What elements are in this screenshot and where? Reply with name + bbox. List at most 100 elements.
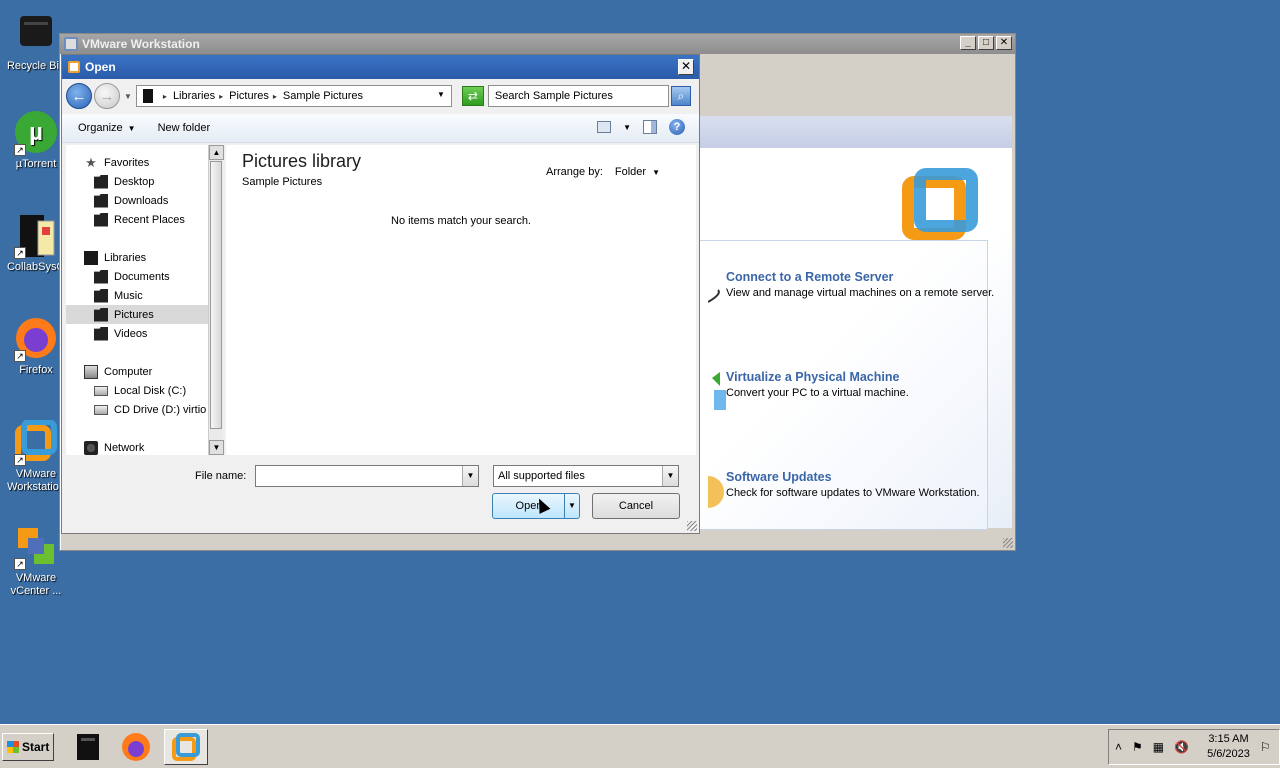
arrange-by: Arrange by: Folder ▼	[546, 166, 660, 178]
start-button[interactable]: Start	[2, 733, 54, 761]
volume-muted-icon[interactable]: 🔇	[1174, 740, 1189, 754]
downloads-folder-icon	[94, 193, 108, 208]
open-dialog: Open ✕ ← → ▼ ▸ Libraries ▸ Pictures ▸ Sa…	[61, 54, 700, 534]
desktop-icon-label: CollabSysO	[6, 261, 66, 273]
nav-item-network[interactable]: Network	[66, 438, 208, 455]
scroll-up-icon[interactable]: ▲	[209, 145, 224, 160]
action-center-flag-icon[interactable]: ⚑	[1132, 740, 1143, 754]
file-name-input[interactable]: ▼	[255, 465, 479, 487]
physical-machine-icon	[708, 372, 726, 410]
windows-logo-icon	[7, 741, 19, 753]
vmware-workstation-icon: ↗	[14, 419, 58, 466]
view-options-dropdown[interactable]: ▼	[623, 123, 631, 132]
file-type-dropdown-icon[interactable]: ▼	[662, 466, 678, 486]
action-title: Software Updates	[726, 470, 832, 484]
network-icon	[84, 440, 98, 455]
software-updates-icon	[692, 472, 726, 508]
nav-item-libraries[interactable]: Libraries	[66, 248, 208, 267]
change-view-icon[interactable]	[597, 121, 612, 133]
nav-pane-scrollbar[interactable]: ▲ ▼	[208, 145, 224, 455]
clock-date: 5/6/2023	[1207, 748, 1250, 760]
close-button[interactable]: ✕	[996, 36, 1012, 50]
shortcut-arrow-icon: ↗	[14, 144, 26, 156]
firefox-icon: ↗	[14, 316, 58, 362]
preview-pane-icon[interactable]	[643, 120, 657, 134]
videos-icon	[94, 326, 108, 341]
forward-button[interactable]: →	[94, 83, 120, 109]
svg-text:µ: µ	[29, 119, 43, 146]
breadcrumb[interactable]: ▸ Libraries ▸ Pictures ▸ Sample Pictures…	[135, 85, 452, 107]
action-connect-remote-server[interactable]: Connect to a Remote Server View and mana…	[707, 270, 996, 303]
breadcrumb-pictures[interactable]: Pictures	[229, 90, 269, 102]
nav-item-pictures[interactable]: Pictures	[66, 305, 208, 324]
nav-item-videos[interactable]: Videos	[66, 324, 208, 343]
remote-server-icon	[707, 272, 726, 308]
nav-item-documents[interactable]: Documents	[66, 267, 208, 286]
taskbar-item-collabsys[interactable]	[66, 729, 110, 765]
breadcrumb-sample-pictures[interactable]: Sample Pictures	[283, 90, 363, 102]
documents-icon	[94, 269, 108, 284]
chevron-right-icon[interactable]: ▸	[219, 92, 223, 101]
organize-button[interactable]: Organize ▼	[78, 122, 136, 134]
action-virtualize-physical-machine[interactable]: Virtualize a Physical Machine Convert yo…	[712, 370, 996, 410]
system-tray: ˄ ⚑ ▦ 🔇 3:15 AM 5/6/2023 ⚐	[1108, 729, 1280, 765]
cancel-button[interactable]: Cancel	[592, 493, 680, 519]
arrange-by-label: Arrange by:	[546, 166, 603, 178]
action-description: Convert your PC to a virtual machine.	[726, 387, 909, 399]
desktop-folder-icon	[94, 174, 108, 189]
nav-item-computer[interactable]: Computer	[66, 362, 208, 381]
library-icon	[142, 89, 153, 103]
scroll-thumb[interactable]	[210, 161, 222, 429]
help-icon[interactable]: ?	[669, 119, 685, 135]
recycle-bin-icon	[14, 12, 58, 56]
network-tray-icon[interactable]: ▦	[1153, 740, 1164, 754]
nav-item-desktop[interactable]: Desktop	[66, 172, 208, 191]
search-icon[interactable]: ⌕	[670, 86, 691, 106]
search-input[interactable]: Search Sample Pictures	[487, 85, 669, 107]
nav-item-cd-drive[interactable]: CD Drive (D:) virtio	[66, 400, 208, 419]
vmware-window-title: VMware Workstation	[82, 37, 200, 51]
nav-item-local-disk[interactable]: Local Disk (C:)	[66, 381, 208, 400]
nav-item-music[interactable]: Music	[66, 286, 208, 305]
back-button[interactable]: ←	[66, 83, 92, 109]
nav-item-favorites[interactable]: ★ Favorites	[66, 153, 208, 172]
scroll-down-icon[interactable]: ▼	[209, 440, 224, 455]
minimize-button[interactable]: _	[960, 36, 976, 50]
shortcut-arrow-icon: ↗	[14, 247, 26, 259]
star-icon: ★	[85, 154, 97, 170]
maximize-button[interactable]: □	[978, 36, 994, 50]
nav-item-downloads[interactable]: Downloads	[66, 191, 208, 210]
file-type-select[interactable]: All supported files ▼	[493, 465, 679, 487]
breadcrumb-libraries[interactable]: Libraries	[173, 90, 215, 102]
chevron-right-icon[interactable]: ▸	[163, 92, 167, 101]
address-row: ← → ▼ ▸ Libraries ▸ Pictures ▸ Sample Pi…	[66, 82, 697, 110]
shortcut-arrow-icon: ↗	[14, 350, 26, 362]
desktop-icon-label: Recycle Bin	[6, 60, 66, 72]
open-options-dropdown[interactable]: ▼	[564, 494, 579, 518]
vmware-home-pane: Connect to a Remote Server View and mana…	[692, 148, 1012, 530]
dialog-close-button[interactable]: ✕	[678, 59, 694, 75]
file-list-pane[interactable]: Pictures library Sample Pictures Arrange…	[226, 145, 696, 455]
notification-flag-icon[interactable]: ⚐	[1260, 740, 1271, 754]
resize-grip[interactable]	[1003, 538, 1013, 548]
action-software-updates[interactable]: Software Updates Check for software upda…	[692, 470, 996, 508]
chevron-right-icon[interactable]: ▸	[273, 92, 277, 101]
show-hidden-icons-icon[interactable]: ˄	[1115, 740, 1122, 754]
vmware-titlebar[interactable]: VMware Workstation	[60, 34, 1015, 54]
vmware-app-icon	[64, 37, 78, 51]
recent-locations-dropdown[interactable]: ▼	[124, 92, 132, 101]
new-folder-button[interactable]: New folder	[158, 122, 211, 134]
nav-item-recent-places[interactable]: Recent Places	[66, 210, 208, 229]
taskbar-item-firefox[interactable]	[114, 729, 158, 765]
taskbar-item-vmware[interactable]	[164, 729, 208, 765]
dialog-resize-grip[interactable]	[687, 521, 697, 531]
arrange-by-dropdown[interactable]: Folder ▼	[615, 166, 660, 178]
dialog-titlebar[interactable]: Open	[62, 55, 699, 79]
address-dropdown-icon[interactable]: ▼	[437, 90, 445, 99]
dialog-bottom-bar: File name: ▼ All supported files ▼ Open …	[62, 455, 699, 533]
refresh-button[interactable]: ⇄	[461, 86, 484, 106]
desktop-icon-label: VMware vCenter ...	[10, 572, 62, 597]
file-name-dropdown-icon[interactable]: ▼	[462, 466, 478, 486]
library-subtitle: Sample Pictures	[242, 176, 323, 188]
clock[interactable]: 3:15 AM 5/6/2023	[1207, 732, 1250, 762]
